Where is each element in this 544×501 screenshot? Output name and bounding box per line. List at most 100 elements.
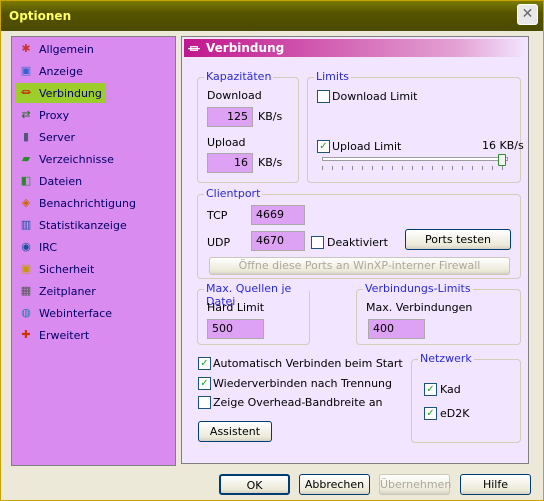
udp-disabled-label: Deaktiviert [327,236,388,249]
files-icon: ◧ [20,174,32,187]
settings-panel: ⏛ Verbindung Kapazitäten Download 125 KB/… [181,36,529,464]
sidebar-item-proxy[interactable]: ⇄ Proxy [15,105,73,125]
sidebar-item-zeitplaner[interactable]: ▦ Zeitplaner [15,281,100,301]
proxy-icon: ⇄ [21,108,31,121]
apply-button[interactable]: Übernehmen [379,474,451,495]
download-unit: KB/s [258,110,283,123]
sidebar-item-label: Verzeichnisse [39,152,114,166]
kad-label: Kad [440,383,461,396]
sidebar-item-benachrichtigung[interactable]: ◈ Benachrichtigung [15,193,140,213]
sidebar-item-label: Verbindung [39,86,102,100]
display-icon: ▣ [20,64,32,77]
ok-button[interactable]: OK [219,474,290,495]
open-firewall-ports-button[interactable]: Öffne diese Ports an WinXP-interner Fire… [209,257,510,275]
sidebar-item-allgemein[interactable]: ✱ Allgemein [15,39,98,59]
close-button[interactable]: ✕ [517,4,538,25]
sidebar-item-verzeichnisse[interactable]: ▰ Verzeichnisse [15,149,118,169]
sidebar-item-label: Server [39,130,76,144]
reconnect-checkbox[interactable]: ✓ [198,377,211,390]
udp-label: UDP [207,236,231,249]
download-label: Download [207,89,262,102]
sidebar-item-label: Statistikanzeige [39,218,127,232]
window-title: Optionen [9,9,72,23]
server-icon: ▮ [22,130,30,143]
folder-icon: ▰ [21,152,31,165]
irc-icon: ◉ [21,240,31,253]
sidebar-item-label: Zeitplaner [39,284,96,298]
upload-limit-slider-thumb[interactable] [498,154,506,166]
upload-limit-label: Upload Limit [332,140,402,153]
download-limit-label: Download Limit [332,90,418,103]
slider-ticks [322,166,508,170]
connection-limits-title: Verbindungs-Limits [363,282,473,295]
sidebar: ✱ Allgemein ▣ Anzeige ⏛ Verbindung ⇄ Proxy ▮… [11,36,176,466]
upload-limit-value: 16 KB/s [482,139,524,152]
clientport-title: Clientport [204,187,263,200]
sidebar-item-label: Allgemein [39,42,94,56]
sidebar-item-label: Proxy [39,108,70,122]
upload-label: Upload [207,136,246,149]
advanced-icon: ✚ [21,328,31,341]
max-sources-group: Max. Quellen je Datei Hard Limit 500 [197,282,310,345]
statistics-icon: ▥ [20,218,32,231]
sidebar-item-statistikanzeige[interactable]: ▥ Statistikanzeige [15,215,131,235]
overhead-checkbox[interactable] [198,396,211,409]
sidebar-item-server[interactable]: ▮ Server [15,127,79,147]
sidebar-item-label: Anzeige [39,64,83,78]
globe-icon: ◍ [21,306,31,319]
sidebar-item-dateien[interactable]: ◧ Dateien [15,171,86,191]
max-connections-label: Max. Verbindungen [366,301,473,314]
auto-connect-checkbox[interactable]: ✓ [198,357,211,370]
sidebar-item-irc[interactable]: ◉ IRC [15,237,61,257]
connection-limits-group: Verbindungs-Limits Max. Verbindungen 400 [356,282,521,345]
help-button[interactable]: Hilfe [460,474,531,495]
settings-icon: ✱ [21,42,31,55]
notification-icon: ◈ [21,196,31,209]
plug-icon: ⏛ [20,86,32,99]
download-limit-checkbox[interactable] [317,90,330,103]
calendar-icon: ▦ [20,284,32,297]
sidebar-item-label: IRC [39,240,58,254]
download-capacity-input[interactable]: 125 [207,107,253,127]
sidebar-item-label: Dateien [39,174,83,188]
limits-title: Limits [314,70,351,83]
upload-unit: KB/s [258,156,283,169]
sidebar-item-label: Benachrichtigung [39,196,136,210]
sidebar-item-label: Erweitert [39,328,90,342]
capacities-group: Kapazitäten Download 125 KB/s Upload 16 … [197,70,299,183]
overhead-label: Zeige Overhead-Bandbreite an [213,396,383,409]
title-bar: Optionen ✕ [1,1,543,31]
sidebar-item-verbindung[interactable]: ⏛ Verbindung [15,83,106,103]
clientport-group: Clientport TCP 4669 UDP 4670 Deaktiviert… [197,187,521,279]
udp-disabled-checkbox[interactable] [311,236,324,249]
sidebar-item-sicherheit[interactable]: ▣ Sicherheit [15,259,98,279]
max-connections-input[interactable]: 400 [368,319,425,339]
hard-limit-label: Hard Limit [207,301,265,314]
network-title: Netzwerk [418,352,474,365]
tcp-port-input[interactable]: 4669 [251,205,305,225]
panel-title: Verbindung [206,41,285,55]
sidebar-item-label: Sicherheit [39,262,95,276]
sidebar-item-anzeige[interactable]: ▣ Anzeige [15,61,87,81]
udp-port-input[interactable]: 4670 [251,231,305,251]
cancel-button[interactable]: Abbrechen [299,474,370,495]
assistant-button[interactable]: Assistent [198,421,272,442]
limits-group: Limits Download Limit ✓ Upload Limit 16 … [307,70,524,183]
capacities-title: Kapazitäten [204,70,274,83]
tcp-label: TCP [207,209,228,222]
sidebar-item-webinterface[interactable]: ◍ Webinterface [15,303,116,323]
lock-icon: ▣ [20,262,32,275]
network-group: Netzwerk ✓ Kad ✓ eD2K [411,352,521,443]
upload-capacity-input[interactable]: 16 [207,153,253,173]
kad-checkbox[interactable]: ✓ [424,383,437,396]
sidebar-item-label: Webinterface [39,306,113,320]
plug-icon: ⏛ [188,42,201,56]
test-ports-button[interactable]: Ports testen [405,229,511,250]
upload-limit-checkbox[interactable]: ✓ [317,140,330,153]
ed2k-checkbox[interactable]: ✓ [424,407,437,420]
hard-limit-input[interactable]: 500 [207,319,264,339]
auto-connect-label: Automatisch Verbinden beim Start [213,357,403,370]
options-dialog: Optionen ✕ ✱ Allgemein ▣ Anzeige ⏛ Verbindu… [0,0,544,501]
panel-header: ⏛ Verbindung [184,39,526,57]
sidebar-item-erweitert[interactable]: ✚ Erweitert [15,325,93,345]
